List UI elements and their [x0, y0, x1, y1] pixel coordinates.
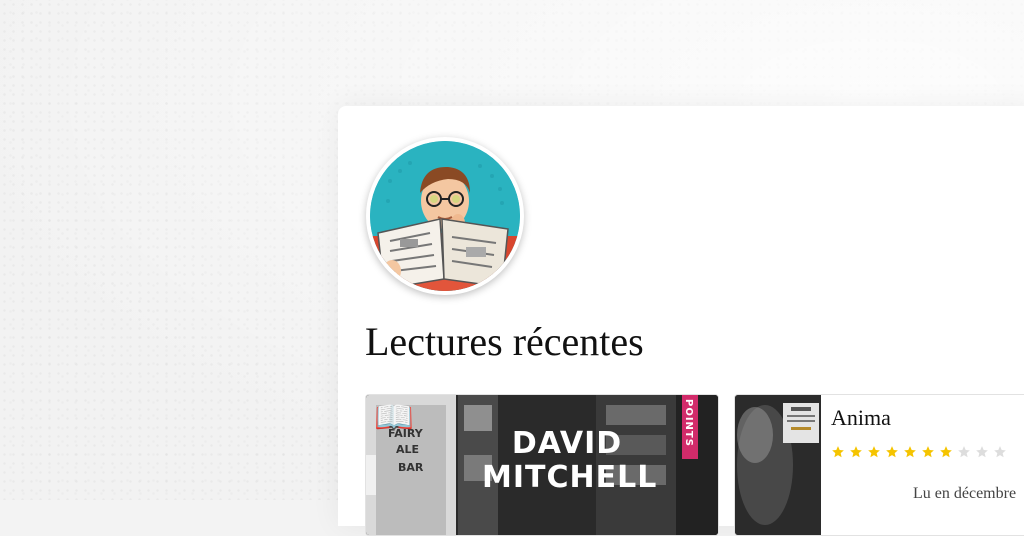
read-date: Lu en décembre [913, 485, 1017, 502]
book-cover[interactable]: FAIRY ALE BAR 📖 DAVID MITCHELL POINTS [366, 395, 718, 535]
star-filled-icon [832, 446, 844, 458]
star-empty-icon [958, 446, 970, 458]
open-book-icon: 📖 [374, 398, 414, 436]
star-rating [831, 445, 1011, 463]
reading-man-avatar-icon[interactable] [366, 137, 524, 295]
cover-author-first-name: DAVID [511, 426, 623, 461]
star-filled-icon [922, 446, 934, 458]
svg-text:BAR: BAR [398, 461, 424, 474]
section-title: Lectures récentes [365, 319, 644, 364]
book-card[interactable]: Anima Lu en décembre [734, 394, 1024, 536]
svg-text:ALE: ALE [396, 443, 419, 456]
star-filled-icon [940, 446, 952, 458]
star-filled-icon [868, 446, 880, 458]
book-title[interactable]: Anima [831, 405, 891, 431]
publisher-label: POINTS [683, 399, 694, 447]
reading-card: Lectures récentes FAIRY ALE BAR 📖 DAVID … [338, 106, 1024, 536]
cover-photo [735, 395, 821, 535]
star-empty-icon [994, 446, 1006, 458]
avatar-illustration [370, 141, 520, 291]
star-filled-icon [850, 446, 862, 458]
book-cover[interactable] [735, 395, 821, 535]
cover-author-last-name: MITCHELL [482, 460, 658, 495]
star-empty-icon [976, 446, 988, 458]
book-card[interactable]: FAIRY ALE BAR 📖 DAVID MITCHELL POINTS [365, 394, 719, 536]
publisher-band: POINTS [682, 395, 698, 459]
star-filled-icon [904, 446, 916, 458]
star-filled-icon [886, 446, 898, 458]
